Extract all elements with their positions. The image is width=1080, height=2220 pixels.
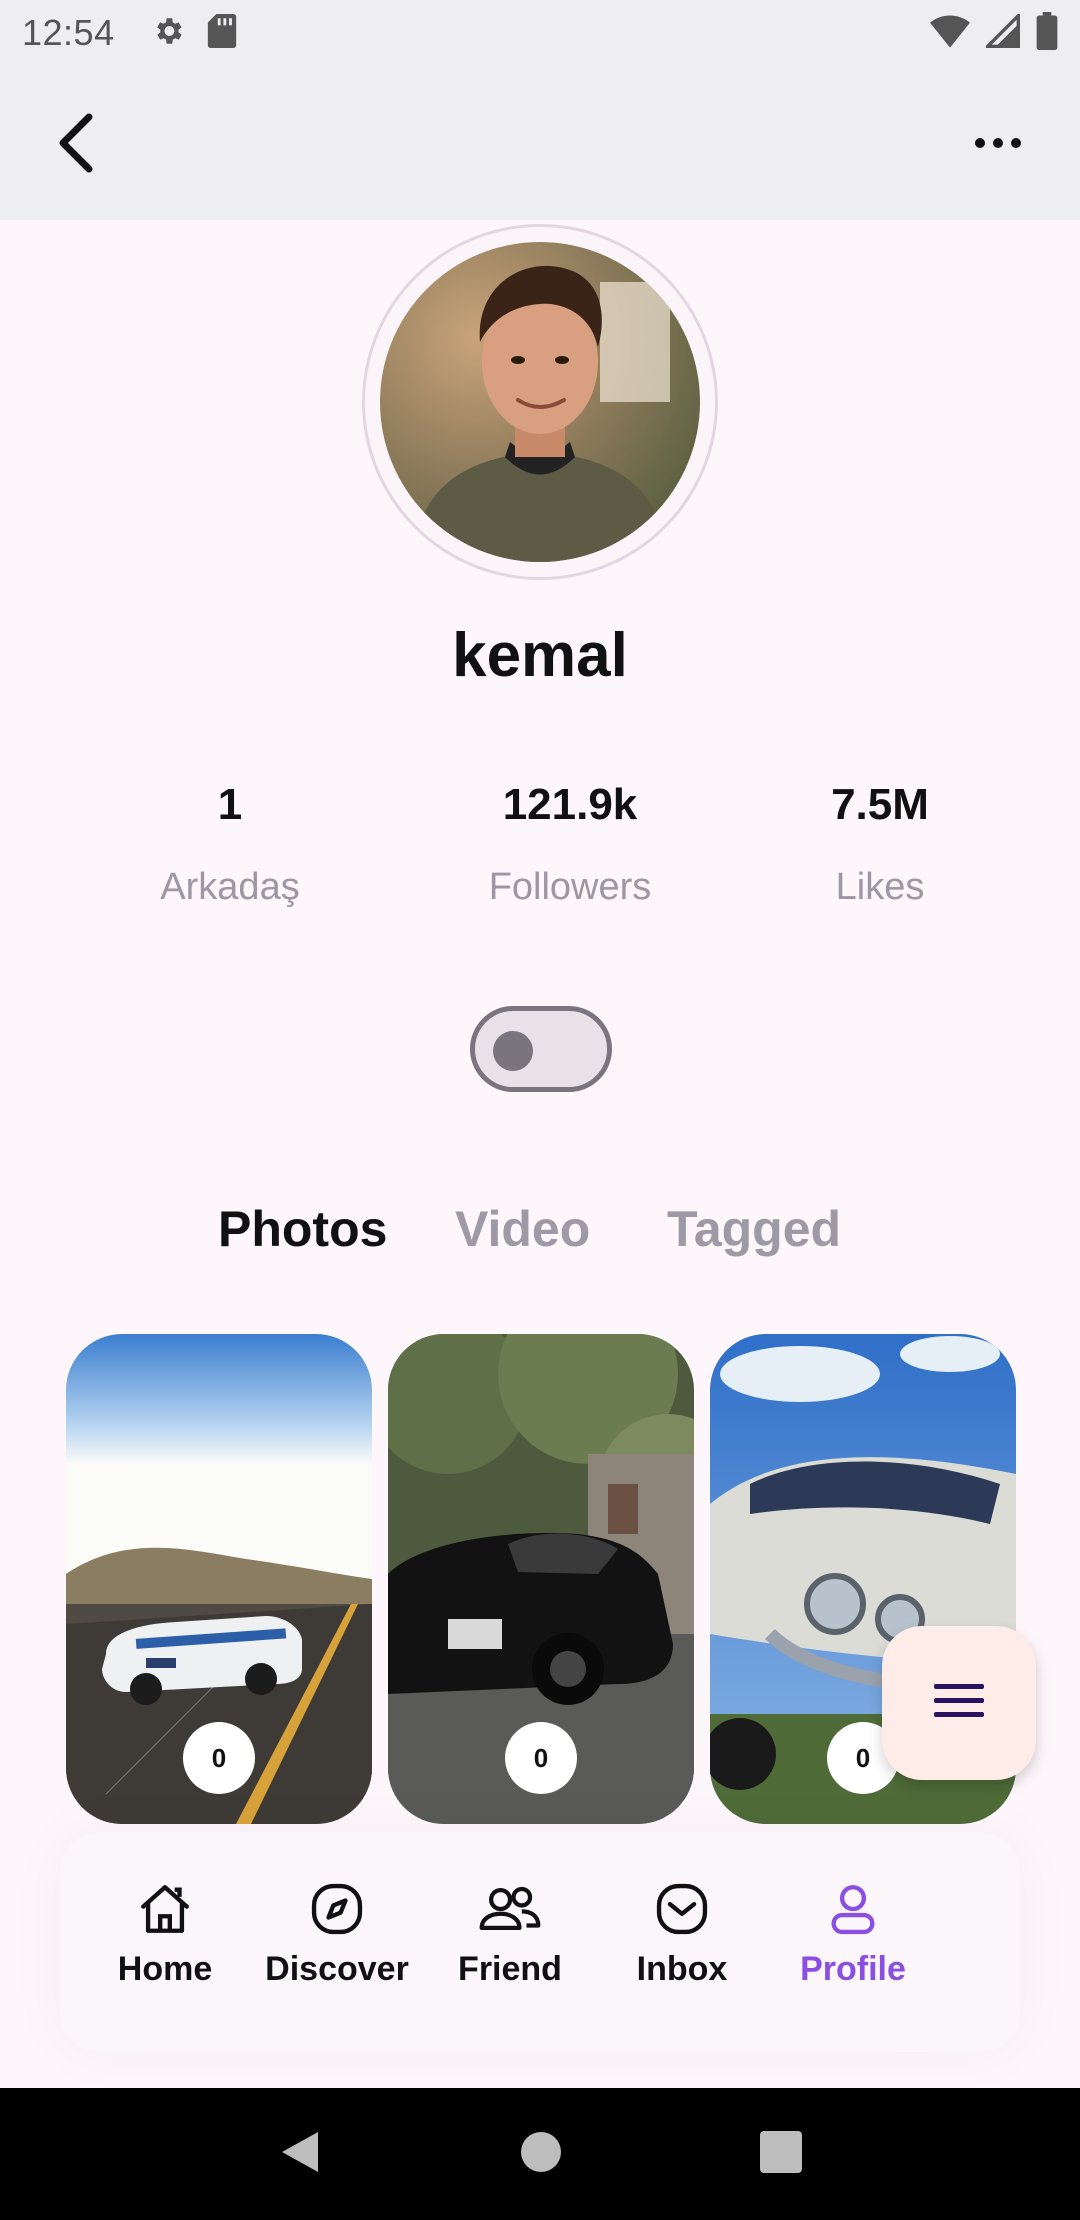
stat-value: 121.9k <box>502 780 638 829</box>
sd-card-icon <box>207 13 237 53</box>
privacy-toggle[interactable] <box>470 1006 612 1092</box>
status-time: 12:54 <box>22 12 115 53</box>
stat-label: Likes <box>835 866 925 908</box>
compass-icon <box>252 1868 422 1938</box>
nav-item-home[interactable]: Home <box>80 1868 250 1989</box>
nav-label: Home <box>117 1950 213 1988</box>
like-count-badge: 0 <box>505 1722 577 1794</box>
recents-square-icon[interactable] <box>759 2130 802 2178</box>
stat-followers[interactable]: 121.9k Followers <box>430 780 710 909</box>
photo-card[interactable]: 0 <box>388 1334 694 1824</box>
gear-icon <box>151 14 185 53</box>
nav-item-friend[interactable]: Friend <box>425 1868 595 1989</box>
nav-label: Discover <box>265 1950 409 1988</box>
back-button[interactable] <box>42 110 112 180</box>
tab-video[interactable]: Video <box>455 1200 590 1258</box>
tab-tagged[interactable]: Tagged <box>667 1200 841 1258</box>
app-bar <box>0 66 1080 220</box>
menu-fab[interactable] <box>882 1626 1036 1780</box>
users-icon <box>425 1868 595 1938</box>
stat-value: 1 <box>217 780 243 829</box>
profile-icon <box>768 1868 938 1938</box>
nav-item-inbox[interactable]: Inbox <box>597 1868 767 1989</box>
nav-label: Friend <box>458 1950 562 1988</box>
menu-icon <box>932 1681 986 1726</box>
toggle-knob <box>493 1031 533 1071</box>
like-count-badge: 0 <box>183 1722 255 1794</box>
cellular-icon <box>983 11 1020 53</box>
home-circle-icon[interactable] <box>519 2130 563 2179</box>
home-icon <box>80 1868 250 1938</box>
back-triangle-icon[interactable] <box>278 2128 322 2181</box>
stat-label: Arkadaş <box>160 866 300 908</box>
username: kemal <box>452 621 628 690</box>
stat-friends[interactable]: 1 Arkadaş <box>90 780 370 909</box>
more-options-button[interactable] <box>958 110 1038 180</box>
chevron-left-icon <box>57 113 97 178</box>
nav-label: Inbox <box>636 1950 728 1988</box>
status-bar: 12:54 <box>0 0 1080 66</box>
bottom-navigation: Home Discover Friend Inbox Profile <box>60 1832 1020 2052</box>
stat-likes[interactable]: 7.5M Likes <box>740 780 1020 909</box>
nav-item-discover[interactable]: Discover <box>252 1868 422 1989</box>
stat-value: 7.5M <box>831 780 929 829</box>
photo-card[interactable]: 0 <box>66 1334 372 1824</box>
battery-icon <box>1036 11 1058 55</box>
more-horizontal-icon <box>973 136 1023 155</box>
stat-label: Followers <box>488 866 652 908</box>
tab-photos[interactable]: Photos <box>218 1200 387 1258</box>
avatar[interactable] <box>380 242 700 562</box>
system-navigation-bar <box>0 2088 1080 2220</box>
wifi-icon <box>930 14 970 53</box>
nav-label: Profile <box>800 1950 906 1988</box>
inbox-icon <box>597 1868 767 1938</box>
nav-item-profile[interactable]: Profile <box>768 1868 938 1989</box>
